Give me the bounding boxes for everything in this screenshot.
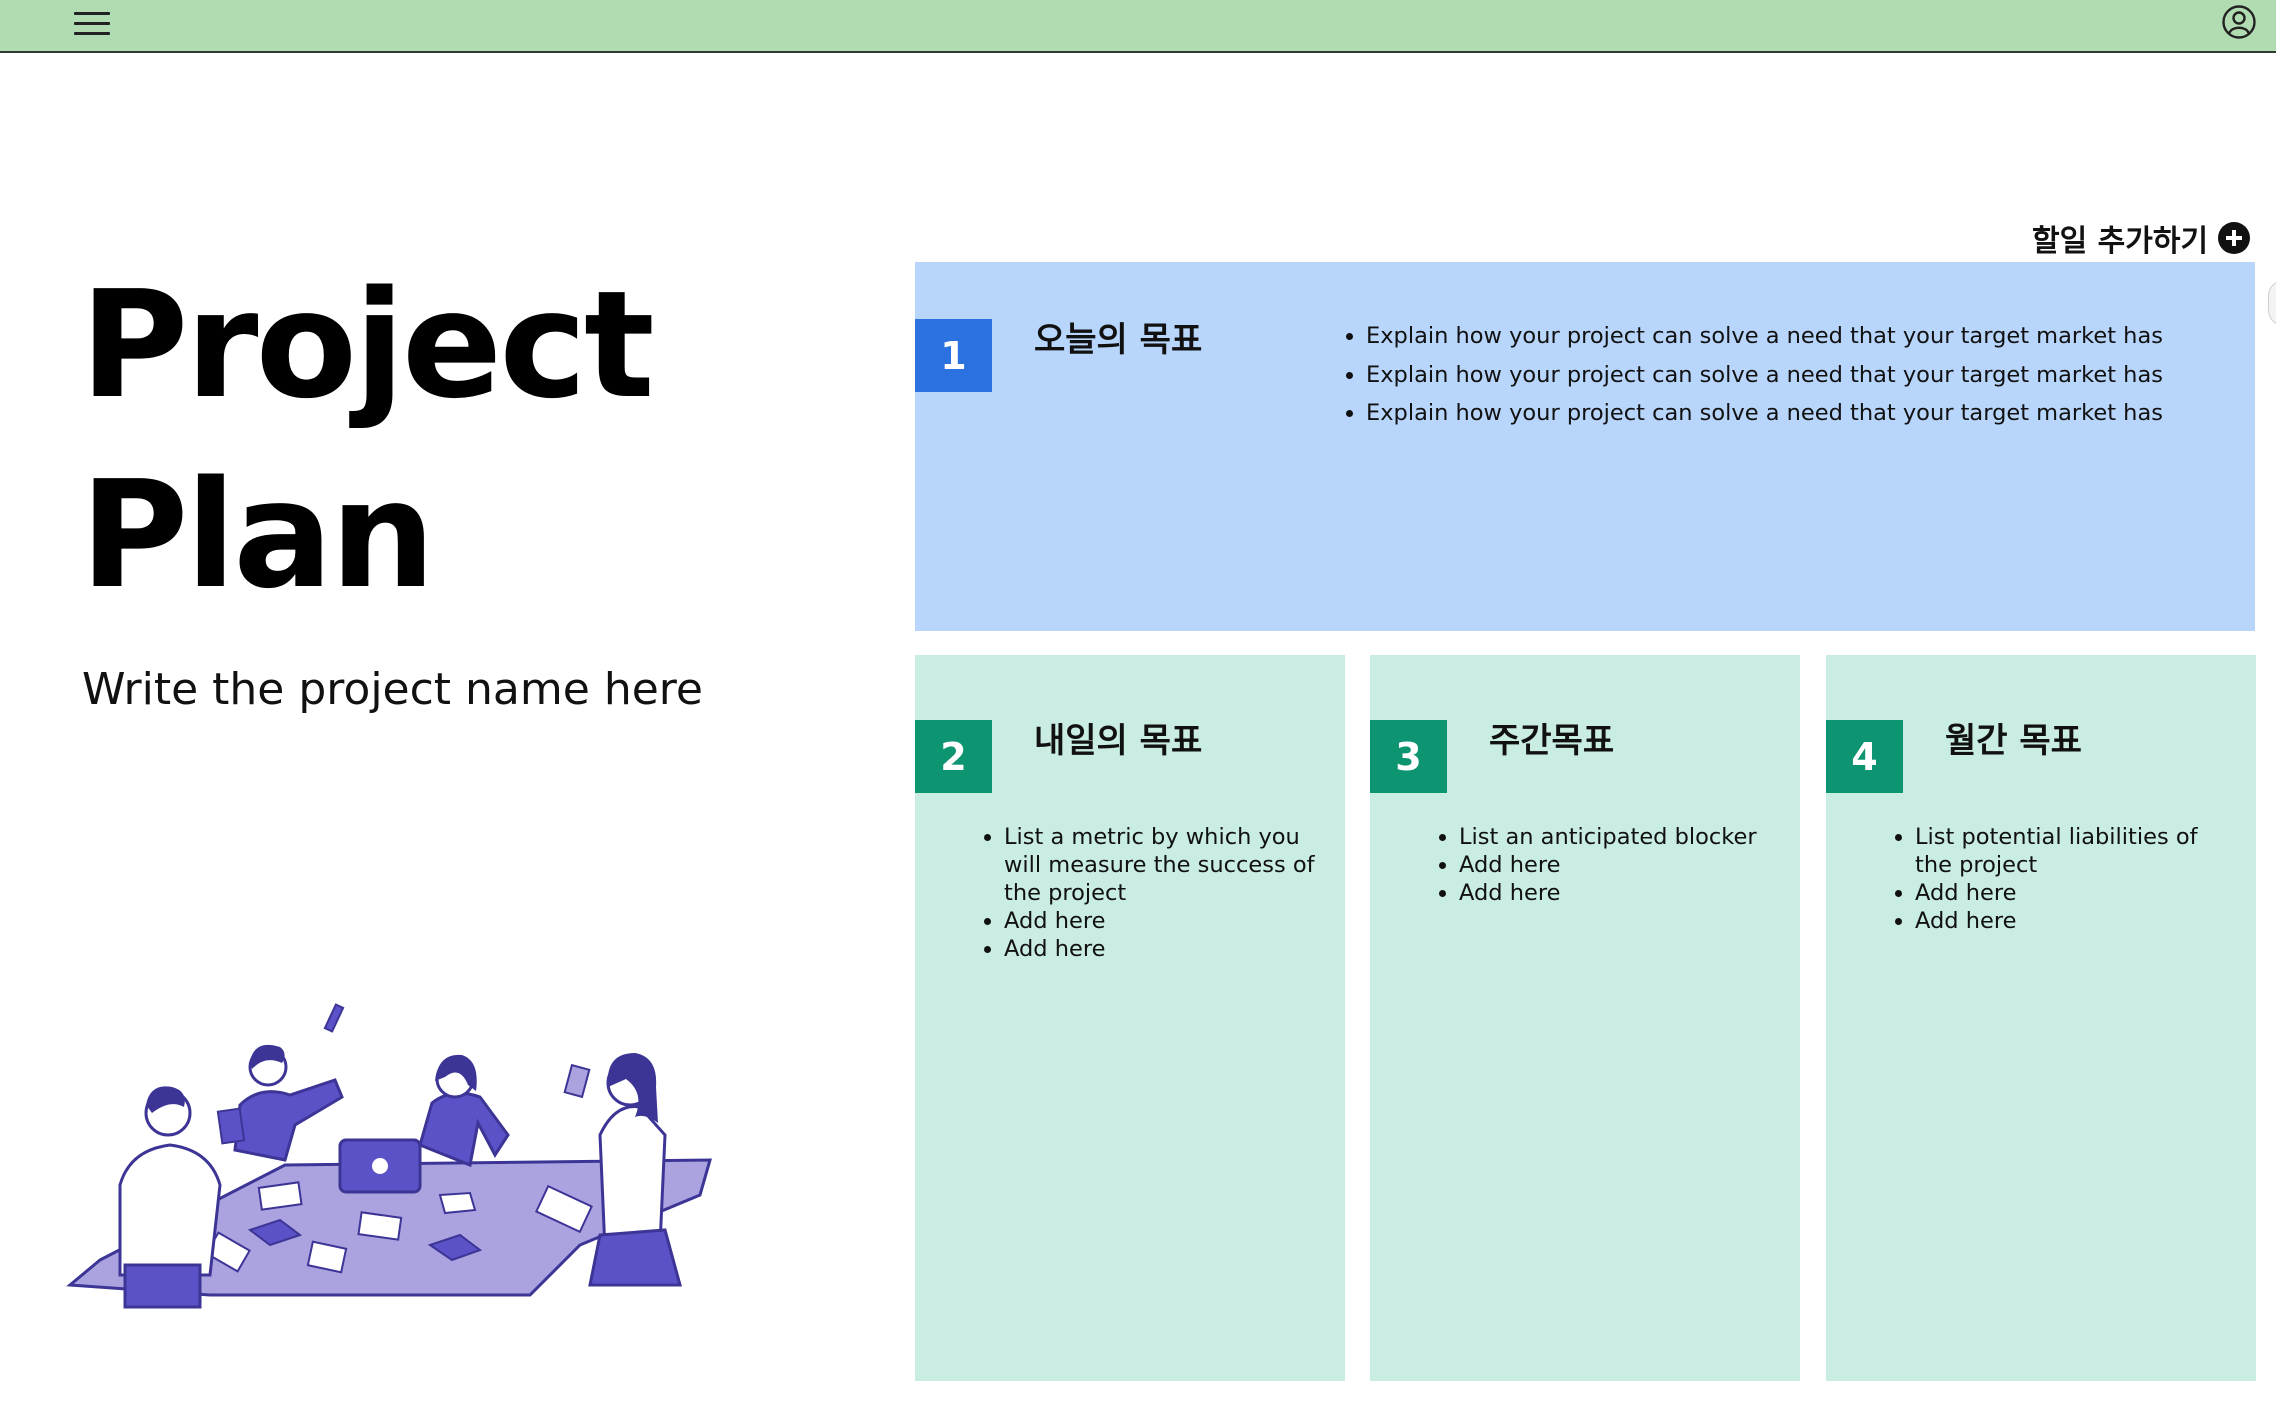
user-account-icon[interactable] [2221,4,2257,40]
list-item[interactable]: Add here [1459,851,1779,879]
card-bullet-list: List potential liabilities of the projec… [1889,823,2235,935]
list-item[interactable]: List a metric by which you will measure … [1004,823,1324,907]
list-item[interactable]: Add here [1459,879,1779,907]
add-todo-button[interactable]: 할일 추가하기 [2032,218,2251,259]
plus-circle-icon[interactable] [2218,222,2251,254]
list-item[interactable]: Add here [1004,907,1324,935]
list-item[interactable]: List potential liabilities of the projec… [1915,823,2235,879]
goal-card-weekly[interactable]: 3 주간목표 List an anticipated blocker Add h… [1370,655,1800,1381]
list-item[interactable]: Add here [1915,907,2235,935]
list-item[interactable]: List an anticipated blocker [1459,823,1779,851]
card-title[interactable]: 내일의 목표 [1034,713,1202,762]
card-bullet-list: List a metric by which you will measure … [978,823,1324,963]
project-name-text[interactable]: Write the project name here [82,664,703,715]
goal-card-monthly[interactable]: 4 월간 목표 List potential liabilities of th… [1826,655,2256,1381]
title-line-2: Plan [80,449,435,621]
list-item[interactable]: Explain how your project can solve a nee… [1366,317,2226,356]
card-bullet-list: Explain how your project can solve a nee… [1340,317,2226,433]
card-title[interactable]: 주간목표 [1489,713,1614,762]
top-bar [0,0,2276,53]
card-number-badge: 3 [1370,720,1447,793]
list-item[interactable]: Explain how your project can solve a nee… [1366,394,2226,433]
add-todo-label: 할일 추가하기 [2032,224,2209,259]
card-number-badge: 1 [915,319,992,392]
title-line-1: Project [80,259,655,431]
card-title[interactable]: 월간 목표 [1945,713,2082,762]
goal-card-tomorrow[interactable]: 2 내일의 목표 List a metric by which you will… [915,655,1345,1381]
hamburger-menu-icon[interactable] [74,10,110,38]
page-title: Project Plan [80,250,655,630]
list-item[interactable]: Add here [1915,879,2235,907]
side-panel-handle[interactable] [2268,280,2276,326]
card-title[interactable]: 오늘의 목표 [1034,312,1202,361]
list-item[interactable]: Add here [1004,935,1324,963]
list-item[interactable]: Explain how your project can solve a nee… [1366,356,2226,395]
card-number-badge: 2 [915,720,992,793]
card-bullet-list: List an anticipated blocker Add here Add… [1433,823,1779,907]
team-collaboration-illustration [66,1003,712,1309]
goal-card-today[interactable]: 1 오늘의 목표 Explain how your project can so… [915,262,2255,631]
card-number-badge: 4 [1826,720,1903,793]
